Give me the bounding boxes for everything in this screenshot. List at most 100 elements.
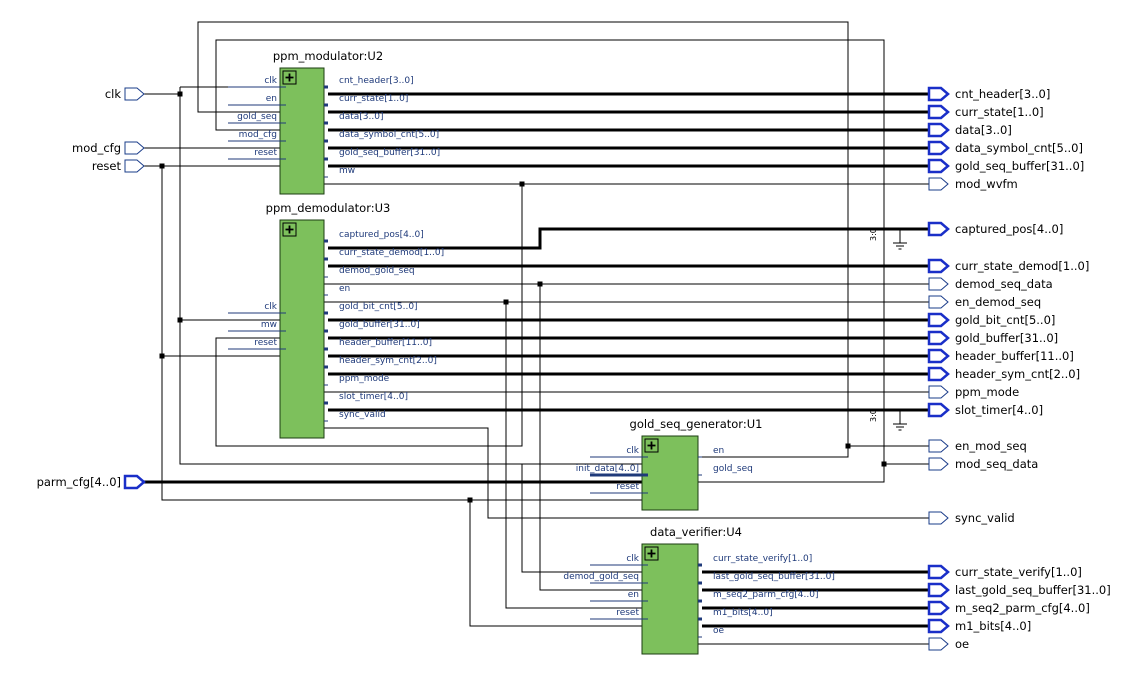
output-pin-label: curr_state_demod[1..0] [339, 248, 444, 258]
output-port-label: m1_bits[4..0] [955, 619, 1031, 633]
input-pin-label: en [628, 590, 639, 600]
input-pin-label: init_data[4..0] [576, 464, 639, 474]
output-pin-label: gold_seq [713, 464, 753, 474]
output-port-label: demod_seq_data [955, 277, 1053, 291]
output-port-icon [927, 140, 950, 156]
input-port-icon [123, 474, 146, 490]
output-port-label: en_demod_seq [955, 295, 1041, 309]
output-port-label: captured_pos[4..0] [955, 222, 1063, 236]
input-port-label: mod_cfg [72, 141, 121, 155]
ground-icon [893, 242, 907, 250]
output-port-label: sync_valid [955, 511, 1015, 525]
output-pin-label: demod_gold_seq [339, 266, 415, 276]
output-port-icon [927, 258, 950, 274]
input-port-label: parm_cfg[4..0] [37, 475, 121, 489]
output-port-label: data[3..0] [955, 123, 1012, 137]
output-pin-label: m1_bits[4..0] [713, 608, 773, 618]
input-pin-label: mw [261, 320, 277, 330]
output-pin-label: header_sym_cnt[2..0] [339, 356, 437, 366]
junction-dot [503, 299, 509, 305]
output-pin-label: en [339, 284, 350, 294]
output-port-icon [927, 158, 950, 174]
output-pin-label: m_seq2_parm_cfg[4..0] [713, 590, 819, 600]
module-title-u4: data_verifier:U4 [650, 525, 742, 539]
output-port-label: last_gold_seq_buffer[31..0] [955, 583, 1111, 597]
input-pin-label: reset [616, 482, 639, 492]
junction-dot [467, 497, 473, 503]
output-port-icon [927, 221, 950, 237]
input-pin-label: clk [264, 76, 277, 86]
output-port-icon [928, 637, 949, 651]
output-port-label: data_symbol_cnt[5..0] [955, 141, 1083, 155]
output-port-label: m_seq2_parm_cfg[4..0] [955, 601, 1090, 615]
output-port-icon [928, 277, 949, 291]
port-layer: clk mod_cfgreset parm_cfg[4..0] cnt_header[… [37, 86, 1111, 651]
input-port-icon [124, 141, 145, 155]
wire [161, 166, 642, 501]
output-port-label: curr_state_demod[1..0] [955, 259, 1089, 273]
input-pin-label: gold_seq [237, 112, 277, 122]
wire [505, 302, 642, 609]
output-port-label: curr_state_verify[1..0] [955, 565, 1082, 579]
ground-icon [893, 423, 907, 431]
output-port-icon [928, 511, 949, 525]
output-port-icon [928, 439, 949, 453]
module-title-u1: gold_seq_generator:U1 [630, 417, 763, 431]
output-pin-label: curr_state_verify[1..0] [713, 554, 812, 564]
wire [215, 184, 523, 447]
output-port-label: oe [955, 637, 969, 651]
block-layer: ppm_modulator:U2clk en gold_seq mod_cfgrese… [228, 49, 835, 655]
input-port-icon [124, 87, 145, 101]
output-pin-label: last_gold_seq_buffer[31..0] [713, 572, 835, 582]
output-port-icon [927, 600, 950, 616]
output-port-icon [928, 457, 949, 471]
junction-dot [881, 461, 887, 467]
module-title-u3: ppm_demodulator:U3 [266, 201, 391, 215]
junction-dot [519, 181, 525, 187]
output-pin-label: sync_valid [339, 410, 386, 420]
constant-label: 3:0 [869, 228, 878, 241]
output-port-label: mod_wvfm [955, 177, 1018, 191]
input-pin-label: mod_cfg [239, 130, 277, 140]
module-title-u2: ppm_modulator:U2 [273, 49, 383, 63]
output-pin-label: data_symbol_cnt[5..0] [339, 130, 439, 140]
module-block-u2 [279, 67, 325, 195]
output-port-label: ppm_mode [955, 385, 1019, 399]
output-pin-label: gold_seq_buffer[31..0] [339, 148, 440, 158]
input-pin-label: en [266, 94, 277, 104]
output-port-icon [927, 366, 950, 382]
input-port-label: clk [105, 87, 122, 101]
junction-dot [159, 353, 165, 359]
output-port-icon [927, 402, 950, 418]
output-port-icon [927, 122, 950, 138]
output-port-icon [928, 385, 949, 399]
module-block-u3 [279, 219, 325, 439]
output-pin-label: en [713, 446, 724, 456]
junction-dot [537, 281, 543, 287]
output-port-label: slot_timer[4..0] [955, 403, 1043, 417]
output-port-icon [927, 618, 950, 634]
output-port-label: mod_seq_data [955, 457, 1038, 471]
output-pin-label: gold_bit_cnt[5..0] [339, 302, 418, 312]
output-port-icon [927, 86, 950, 102]
output-port-icon [927, 330, 950, 346]
output-pin-label: slot_timer[4..0] [339, 392, 408, 402]
output-port-label: gold_buffer[31..0] [955, 331, 1058, 345]
output-pin-label: ppm_mode [339, 374, 390, 384]
output-port-icon [928, 295, 949, 309]
input-pin-label: reset [616, 608, 639, 618]
output-port-icon [928, 177, 949, 191]
input-pin-label: reset [254, 338, 277, 348]
input-port-icon [124, 159, 145, 173]
output-port-icon [927, 564, 950, 580]
output-port-label: curr_state[1..0] [955, 105, 1044, 119]
junction-dot [845, 443, 851, 449]
output-port-label: header_buffer[11..0] [955, 349, 1074, 363]
output-port-icon [927, 582, 950, 598]
output-port-icon [927, 104, 950, 120]
output-pin-label: captured_pos[4..0] [339, 230, 424, 240]
input-pin-label: clk [626, 554, 639, 564]
output-port-label: gold_seq_buffer[31..0] [955, 159, 1084, 173]
input-pin-label: reset [254, 148, 277, 158]
output-pin-label: mw [339, 166, 355, 176]
